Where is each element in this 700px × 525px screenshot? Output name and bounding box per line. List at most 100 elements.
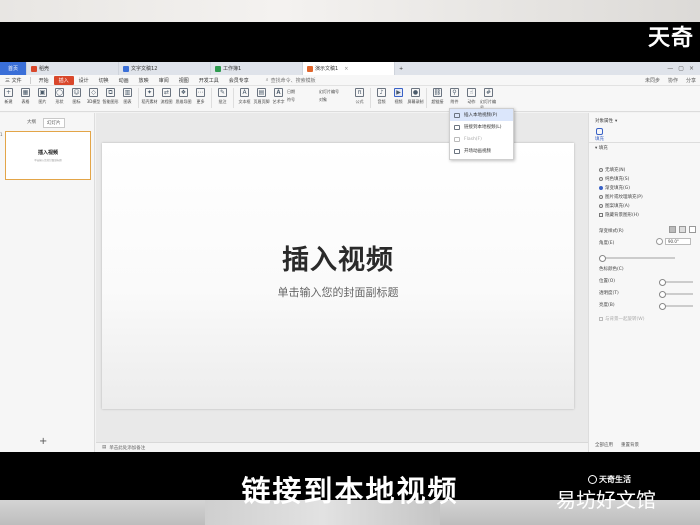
insert-ribbon: + 新建 ▦ 表格 ▣ 图片 ◯ 形状 ☺ 图标 ◇ 3D模型 ⧉ 智能图形 ▥ 图表 ✦ 稻壳素…	[0, 86, 700, 112]
gradient-style-rect-icon[interactable]	[689, 226, 696, 233]
command-search[interactable]: ⌕ 查找命令、搜索模板	[262, 77, 320, 84]
menu-home[interactable]: 开始	[34, 77, 54, 84]
checkbox-rotate-with-bg[interactable]: 与背景一起旋转(W)	[599, 316, 644, 322]
checkbox-hide-bg[interactable]: 隐藏背景图形(H)	[599, 212, 639, 218]
tab-slides[interactable]: 幻灯片	[43, 118, 65, 128]
chart-button[interactable]: ▥ 图表	[119, 88, 136, 105]
close-icon[interactable]: ×	[344, 66, 348, 72]
video-button[interactable]: ▶ 视频	[390, 88, 407, 105]
flash-item[interactable]: Flash(F)	[450, 133, 513, 145]
minimize-icon[interactable]: —	[667, 65, 673, 72]
radio-no-fill[interactable]: 无填充(N)	[599, 167, 625, 173]
picture-icon: ▣	[38, 88, 47, 97]
opening-animation-item[interactable]: 开场动画视频	[450, 145, 513, 157]
gradient-style-radial-icon[interactable]	[679, 226, 686, 233]
more-button[interactable]: ⋯ 更多	[192, 88, 209, 105]
hyperlink-button[interactable]: ⛓ 超链接	[429, 88, 446, 105]
sync-status[interactable]: 未同步	[641, 77, 664, 84]
radio-pattern-fill[interactable]: 图案填充(A)	[599, 203, 630, 209]
menu-slideshow[interactable]: 放映	[134, 77, 154, 84]
screen-record-button[interactable]: ● 屏幕录制	[407, 88, 424, 105]
notes-bar[interactable]: ▤ 单击此处添加备注	[96, 442, 588, 452]
fill-tab[interactable]: 填充	[595, 128, 604, 142]
word-icon	[123, 65, 130, 72]
paperclip-icon: ⚲	[450, 88, 459, 97]
tab-word-doc[interactable]: 文字文稿12	[119, 62, 212, 75]
flowchart-button[interactable]: ⇄ 流程图	[158, 88, 175, 105]
menu-developer[interactable]: 开发工具	[194, 77, 224, 84]
menu-review[interactable]: 审阅	[154, 77, 174, 84]
object-button[interactable]: 对象	[319, 97, 351, 103]
radio-picture-fill[interactable]: 图片或纹理填充(P)	[599, 194, 643, 200]
header-footer-button[interactable]: ▤ 页眉页脚	[253, 88, 270, 105]
gradient-stop-slider[interactable]	[599, 255, 675, 262]
apply-all-button[interactable]: 全部应用	[595, 442, 613, 448]
maximize-icon[interactable]: ▢	[678, 65, 684, 72]
position-slider[interactable]	[659, 279, 693, 286]
attachment-button[interactable]: ⚲ 附件	[446, 88, 463, 105]
transparency-slider[interactable]	[659, 291, 693, 298]
link-local-video-item[interactable]: 链接到本地视频(L)	[450, 121, 513, 133]
add-slide-button[interactable]: +	[39, 436, 47, 447]
icon-button[interactable]: ☺ 图标	[68, 88, 85, 105]
comment-icon: ✎	[218, 88, 227, 97]
insert-local-video-item[interactable]: 插入本地视频(P)	[450, 109, 513, 121]
docer-material-button[interactable]: ✦ 稻壳素材	[141, 88, 158, 105]
shape-button[interactable]: ◯ 形状	[51, 88, 68, 105]
small-button-group: 日期 符号	[287, 88, 319, 103]
reset-background-button[interactable]: 重置背景	[621, 442, 639, 448]
brightness-slider[interactable]	[659, 303, 693, 310]
menu-member[interactable]: 会员专享	[224, 77, 254, 84]
tab-docer[interactable]: 稻壳	[27, 62, 120, 75]
flash-icon	[454, 136, 460, 142]
menu-design[interactable]: 设计	[74, 77, 94, 84]
tab-label: 演示文稿1	[315, 66, 339, 72]
tab-label: 稻壳	[39, 66, 50, 72]
action-button[interactable]: ☝ 动作	[463, 88, 480, 105]
new-tab-button[interactable]: +	[395, 62, 407, 75]
date-button[interactable]: 日期	[287, 89, 319, 95]
slide-title[interactable]: 插入视频	[102, 238, 574, 277]
link-video-icon	[454, 124, 460, 130]
gradient-style-linear-icon[interactable]	[669, 226, 676, 233]
tab-home[interactable]: 首页	[0, 62, 28, 75]
mindmap-button[interactable]: ❖ 思维导图	[175, 88, 192, 105]
menu-animation[interactable]: 动画	[114, 77, 134, 84]
chevron-down-icon[interactable]: ▾	[615, 119, 617, 124]
radio-gradient-fill[interactable]: 渐变填充(G)	[599, 185, 630, 191]
tab-outline[interactable]: 大纲	[24, 118, 39, 128]
formula-button[interactable]: π 公式	[351, 88, 368, 105]
slide-thumbnail[interactable]: 1 插入视频 单击输入您的封面副标题	[0, 131, 91, 180]
tab-presentation[interactable]: 演示文稿1 ×	[303, 62, 396, 75]
smartart-button[interactable]: ⧉ 智能图形	[102, 88, 119, 105]
fill-section-header[interactable]: ▾ 填充	[595, 145, 608, 151]
menu-transition[interactable]: 切换	[94, 77, 114, 84]
menu-insert[interactable]: 插入	[53, 75, 74, 85]
cube-icon: ◇	[89, 88, 98, 97]
close-window-icon[interactable]: ×	[689, 65, 694, 72]
comment-button[interactable]: ✎ 批注	[214, 88, 231, 105]
audio-button[interactable]: ♪ 音频	[373, 88, 390, 105]
file-menu[interactable]: 三 文件	[0, 77, 27, 84]
wordart-button[interactable]: 𝐀 艺术字	[270, 88, 287, 105]
3d-model-button[interactable]: ◇ 3D模型	[85, 88, 102, 105]
angle-input[interactable]: 90.0°	[665, 238, 691, 245]
picture-button[interactable]: ▣ 图片	[34, 88, 51, 105]
share-button[interactable]: 分享	[682, 77, 700, 84]
menu-view[interactable]: 视图	[174, 77, 194, 84]
thumbnail-subtitle: 单击输入您的封面副标题	[34, 159, 62, 162]
collaborate-button[interactable]: 协作	[664, 77, 682, 84]
angle-dial-icon[interactable]	[656, 238, 663, 245]
angle-label: 角度(E)	[599, 241, 615, 246]
more-icon: ⋯	[196, 88, 205, 97]
textbox-button[interactable]: A 文本框	[236, 88, 253, 105]
slide-subtitle-placeholder[interactable]: 单击输入您的封面副标题	[102, 284, 574, 300]
slide-canvas[interactable]: 插入视频 单击输入您的封面副标题	[102, 143, 574, 409]
new-slide-button[interactable]: + 新建	[0, 88, 17, 105]
slide-number-button[interactable]: 幻灯片编号	[319, 89, 351, 95]
table-button[interactable]: ▦ 表格	[17, 88, 34, 105]
tab-workbook[interactable]: 工作簿1	[211, 62, 304, 75]
radio-solid-fill[interactable]: 纯色填充(S)	[599, 176, 629, 182]
video-file-icon	[454, 112, 460, 118]
symbol-button[interactable]: 符号	[287, 97, 319, 103]
